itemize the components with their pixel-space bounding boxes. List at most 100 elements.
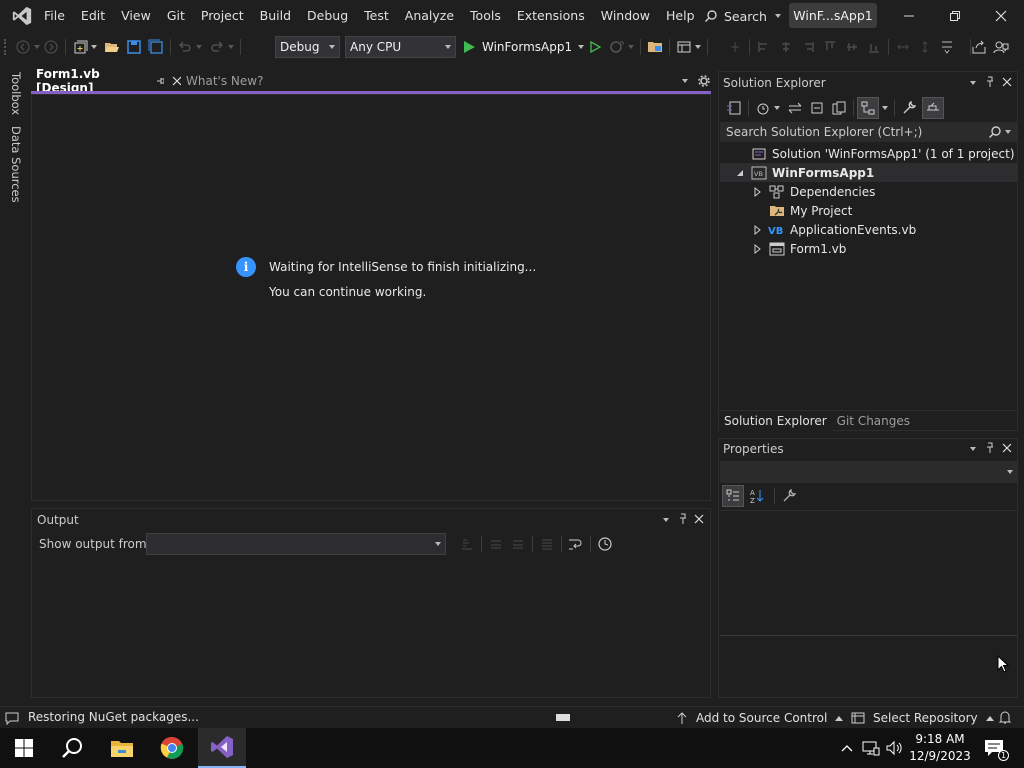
undo-button[interactable] xyxy=(174,36,196,58)
align-tops-button[interactable] xyxy=(819,36,841,58)
menu-build[interactable]: Build xyxy=(252,0,299,32)
chevron-down-icon[interactable] xyxy=(628,45,634,49)
restore-button[interactable] xyxy=(936,0,974,32)
pin-icon[interactable] xyxy=(678,513,688,525)
solution-platform-dropdown[interactable]: Any CPU xyxy=(345,36,456,58)
feedback-button[interactable] xyxy=(990,36,1012,58)
window-position-dropdown-icon[interactable] xyxy=(663,518,669,522)
object-selector-dropdown[interactable] xyxy=(720,461,1017,483)
close-icon[interactable] xyxy=(172,76,181,86)
menu-analyze[interactable]: Analyze xyxy=(397,0,462,32)
expand-chevron-icon[interactable] xyxy=(750,224,766,235)
window-position-dropdown-icon[interactable] xyxy=(970,81,976,85)
preview-button[interactable] xyxy=(922,97,944,119)
tab-git-changes[interactable]: Git Changes xyxy=(832,411,915,431)
pin-icon[interactable] xyxy=(985,442,995,454)
solution-explorer-search[interactable]: Search Solution Explorer (Ctrl+;) xyxy=(720,122,1017,142)
expand-chevron-icon[interactable] xyxy=(750,186,766,197)
window-position-dropdown-icon[interactable] xyxy=(970,447,976,451)
alphabetical-button[interactable]: AZ xyxy=(746,485,768,507)
tree-item[interactable]: Dependencies xyxy=(720,182,1017,201)
search-menu[interactable]: Search xyxy=(698,6,787,26)
preview-selected-items-button[interactable] xyxy=(857,97,879,119)
show-hidden-icons-button[interactable] xyxy=(838,728,856,768)
tree-item[interactable]: VB WinFormsApp1 xyxy=(720,163,1017,182)
new-item-button[interactable] xyxy=(69,36,91,58)
menu-tools[interactable]: Tools xyxy=(462,0,509,32)
next-message-button[interactable] xyxy=(507,533,529,555)
action-center-button[interactable]: 1 xyxy=(978,728,1010,768)
align-middles-button[interactable] xyxy=(841,36,863,58)
vertical-spacing-button[interactable] xyxy=(936,36,958,58)
start-button[interactable] xyxy=(0,728,48,768)
tree-item[interactable]: Solution 'WinFormsApp1' (1 of 1 project) xyxy=(720,144,1017,163)
file-explorer-taskbar-button[interactable] xyxy=(98,728,146,768)
minimize-button[interactable] xyxy=(890,0,928,32)
clear-all-button[interactable] xyxy=(536,533,558,555)
tree-item[interactable]: VB ApplicationEvents.vb xyxy=(720,220,1017,239)
tree-item[interactable]: Form1.vb xyxy=(720,239,1017,258)
start-without-debugging-button[interactable] xyxy=(584,36,606,58)
menu-extensions[interactable]: Extensions xyxy=(509,0,593,32)
tab-list-dropdown-icon[interactable] xyxy=(682,79,688,83)
align-to-grid-button[interactable] xyxy=(724,36,746,58)
hot-reload-button[interactable] xyxy=(606,36,628,58)
make-same-width-button[interactable] xyxy=(892,36,914,58)
pin-icon[interactable] xyxy=(985,76,995,88)
bell-icon[interactable] xyxy=(998,710,1012,725)
menu-test[interactable]: Test xyxy=(356,0,397,32)
show-timestamps-button[interactable] xyxy=(594,533,616,555)
save-button[interactable] xyxy=(123,36,145,58)
taskbar-search-button[interactable] xyxy=(48,728,96,768)
open-file-button[interactable] xyxy=(101,36,123,58)
save-all-button[interactable] xyxy=(145,36,167,58)
solution-name-badge[interactable]: WinF...sApp1 xyxy=(789,3,877,28)
add-to-source-control-button[interactable]: Add to Source Control xyxy=(676,709,844,727)
align-lefts-button[interactable] xyxy=(753,36,775,58)
chevron-down-icon[interactable] xyxy=(228,45,234,49)
make-same-height-button[interactable] xyxy=(914,36,936,58)
taskbar-clock[interactable]: 9:18 AM 12/9/2023 xyxy=(908,731,972,765)
redo-button[interactable] xyxy=(206,36,228,58)
menu-help[interactable]: Help xyxy=(658,0,703,32)
chevron-down-icon[interactable] xyxy=(196,45,202,49)
property-grid[interactable] xyxy=(720,510,1017,636)
menu-view[interactable]: View xyxy=(113,0,159,32)
align-centers-button[interactable] xyxy=(775,36,797,58)
layout-button[interactable] xyxy=(673,36,695,58)
select-repository-button[interactable]: Select Repository xyxy=(851,709,994,727)
collapse-all-button[interactable] xyxy=(806,97,828,119)
menu-file[interactable]: File xyxy=(36,0,73,32)
close-icon[interactable] xyxy=(1002,443,1012,453)
expand-chevron-icon[interactable] xyxy=(750,243,766,254)
start-debugging-button[interactable]: WinFormsApp1 xyxy=(462,36,585,58)
data-sources-tab[interactable]: Data Sources xyxy=(9,126,23,203)
live-share-button[interactable] xyxy=(968,36,990,58)
solution-configuration-dropdown[interactable]: Debug xyxy=(275,36,340,58)
toolbox-tab[interactable]: Toolbox xyxy=(9,72,23,115)
navigate-back-button[interactable] xyxy=(12,36,34,58)
menu-project[interactable]: Project xyxy=(193,0,252,32)
menu-window[interactable]: Window xyxy=(593,0,658,32)
chrome-taskbar-button[interactable] xyxy=(148,728,196,768)
output-source-dropdown[interactable] xyxy=(146,533,446,555)
find-message-in-code-button[interactable] xyxy=(456,533,478,555)
tab-form1-design[interactable]: Form1.vb [Design] xyxy=(31,67,181,95)
network-tray-button[interactable] xyxy=(860,728,882,768)
pending-changes-filter-button[interactable] xyxy=(752,97,774,119)
chevron-down-icon[interactable] xyxy=(774,106,780,110)
tree-item[interactable]: My Project xyxy=(720,201,1017,220)
menu-git[interactable]: Git xyxy=(159,0,193,32)
property-pages-button[interactable] xyxy=(778,485,800,507)
tab-whats-new[interactable]: What's New? xyxy=(181,71,296,91)
chevron-down-icon[interactable] xyxy=(91,45,97,49)
toolbar-grip[interactable] xyxy=(4,39,8,55)
pin-icon[interactable] xyxy=(156,76,165,86)
solution-folder-button[interactable] xyxy=(644,36,666,58)
visual-studio-logo-icon[interactable] xyxy=(8,4,36,28)
categorized-button[interactable] xyxy=(722,485,744,507)
close-icon[interactable] xyxy=(1002,77,1012,87)
close-window-button[interactable] xyxy=(982,0,1020,32)
switch-views-button[interactable] xyxy=(723,97,745,119)
navigate-forward-button[interactable] xyxy=(40,36,62,58)
